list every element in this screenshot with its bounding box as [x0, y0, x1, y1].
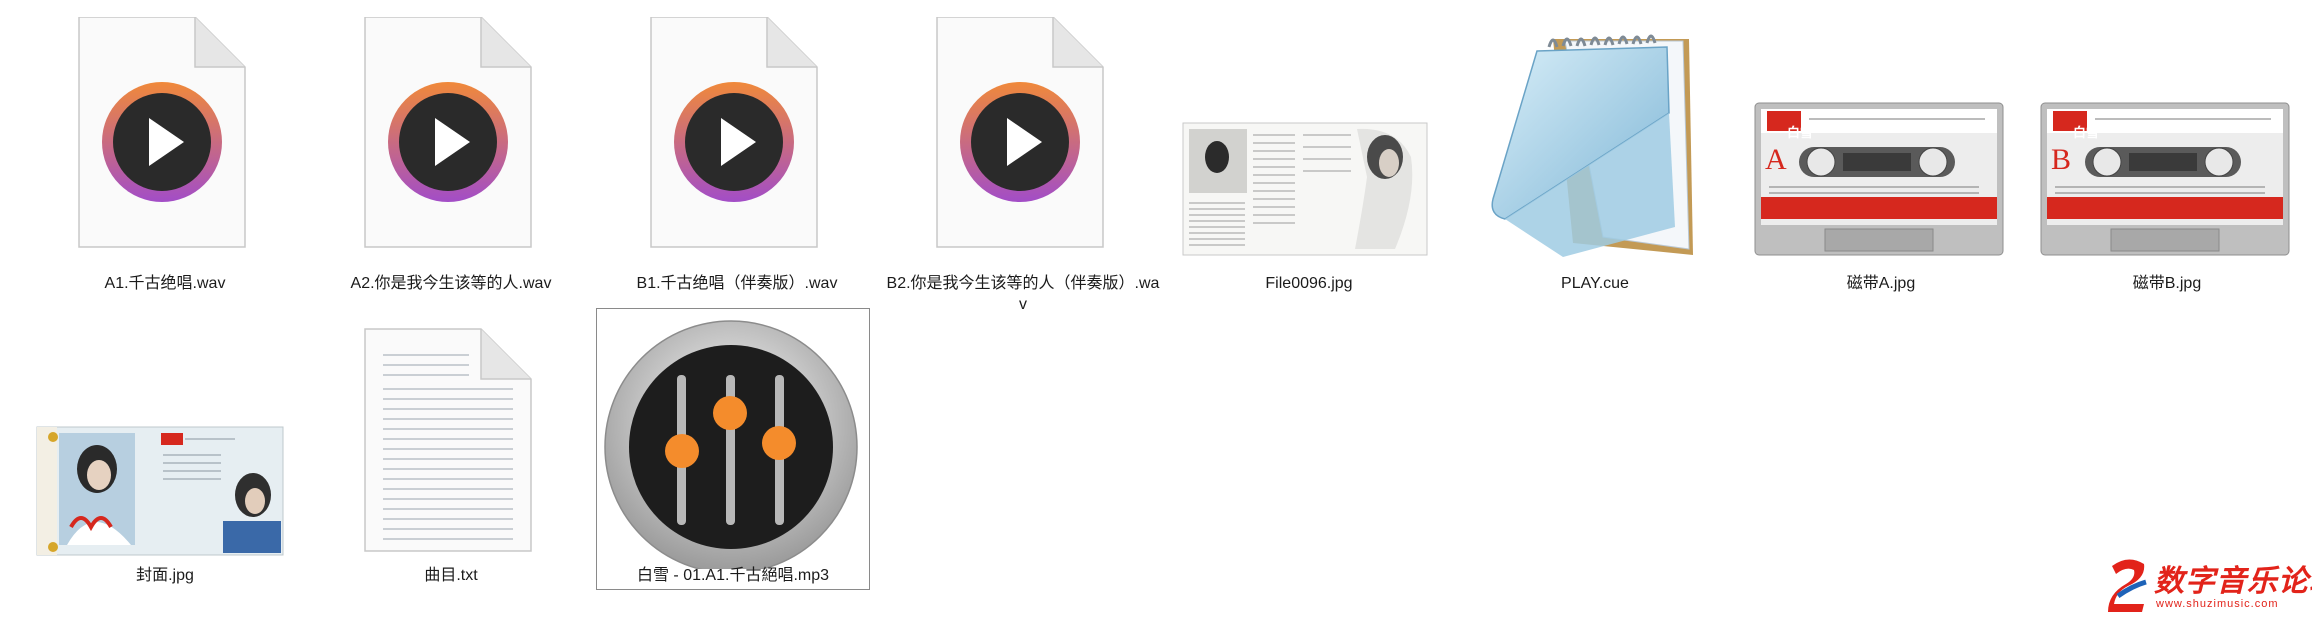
image-thumbnail: 白雪 A [1739, 17, 2023, 277]
watermark-title: 数字音乐论坛 [2154, 564, 2312, 599]
booklet-image [1182, 122, 1428, 256]
album-cover-image [36, 426, 284, 556]
file-item-play-cue[interactable]: PLAY.cue [1452, 16, 1738, 292]
file-name-label: File0096.jpg [1265, 275, 1353, 292]
play-file-icon [364, 17, 532, 248]
file-item-cassette-a-jpg[interactable]: 白雪 A 磁带A.jpg [1738, 16, 2024, 292]
play-file-icon [650, 17, 818, 248]
file-item-mp3-selected[interactable]: 白雪 - 01.A1.千古絕唱.mp3 [596, 308, 870, 590]
file-item-file0096-jpg[interactable]: File0096.jpg [1166, 16, 1452, 292]
audio-file-thumbnail [881, 17, 1165, 277]
site-watermark: 数字音乐论坛 www.shuzimusic.com [2106, 556, 2312, 622]
file-item-b2-wav[interactable]: B2.你是我今生该等的人（伴奏版）.wav [880, 16, 1166, 313]
watermark-logo-icon [2108, 559, 2147, 612]
file-name-label: 磁带A.jpg [1846, 275, 1916, 292]
image-thumbnail [1167, 17, 1451, 277]
file-name-label: 曲目.txt [424, 567, 478, 584]
file-item-cassette-b-jpg[interactable]: 白雪 B 磁带B.jpg [2024, 16, 2310, 292]
image-thumbnail: 白雪 B [2025, 17, 2309, 277]
audio-file-thumbnail [595, 17, 879, 277]
file-name-label: PLAY.cue [1561, 275, 1629, 292]
text-document-icon [364, 328, 532, 552]
text-file-thumbnail [309, 309, 593, 569]
file-name-label: A2.你是我今生该等的人.wav [350, 275, 552, 292]
file-name-label: A1.千古绝唱.wav [104, 275, 226, 292]
file-name-label: 封面.jpg [136, 567, 194, 584]
file-item-a1-wav[interactable]: A1.千古绝唱.wav [22, 16, 308, 292]
play-file-icon [78, 17, 246, 248]
file-name-label: B1.千古绝唱（伴奏版）.wav [636, 275, 838, 292]
file-name-label: 白雪 - 01.A1.千古絕唱.mp3 [636, 567, 830, 584]
notepad-icon [1491, 34, 1693, 257]
audio-file-thumbnail [23, 17, 307, 277]
file-item-tracklist-txt[interactable]: 曲目.txt [308, 308, 594, 584]
file-item-b1-wav[interactable]: B1.千古绝唱（伴奏版）.wav [594, 16, 880, 292]
cassette-b-brand: 白雪 [2072, 126, 2099, 141]
image-thumbnail [23, 309, 307, 569]
file-item-a2-wav[interactable]: A2.你是我今生该等的人.wav [308, 16, 594, 292]
cassette-b-side: B [2051, 143, 2072, 176]
file-name-label: 磁带B.jpg [2132, 275, 2202, 292]
play-file-icon [936, 17, 1104, 248]
file-name-label: B2.你是我今生该等的人（伴奏版）.wav [886, 275, 1160, 313]
watermark-url: www.shuzimusic.com [2156, 598, 2279, 610]
mp3-file-thumbnail [597, 309, 881, 569]
file-explorer-view: A1.千古绝唱.wav A2.你是我今生该等的人.wav B1.千古绝唱（伴奏版… [0, 0, 2312, 625]
cassette-a-brand: 白雪 [1786, 126, 1813, 141]
audio-file-thumbnail [309, 17, 593, 277]
cassette-a-side: A [1765, 143, 1787, 176]
audio-mixer-icon [604, 320, 858, 569]
file-item-cover-jpg[interactable]: 封面.jpg [22, 308, 308, 584]
cue-file-thumbnail [1453, 17, 1737, 277]
